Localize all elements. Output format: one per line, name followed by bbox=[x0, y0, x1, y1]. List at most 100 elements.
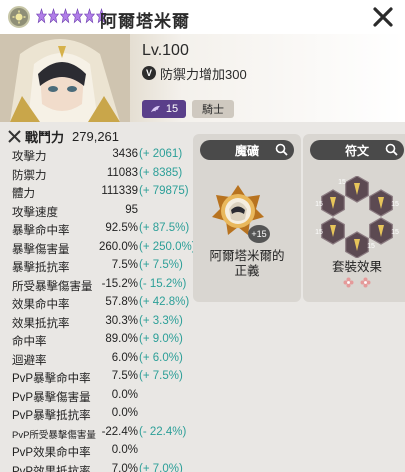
stat-label: 效果命中率 bbox=[12, 299, 70, 311]
set-effect-icons bbox=[303, 277, 405, 288]
pet-name-line1: 阿爾塔米爾的 bbox=[209, 249, 285, 263]
stat-value: 92.5% bbox=[105, 222, 138, 234]
skill-badge: V bbox=[142, 66, 156, 80]
rank-badge: 15 bbox=[142, 100, 186, 118]
rune-grid[interactable]: 15 15 15 15 15 15 bbox=[311, 176, 403, 258]
class-badge: 騎士 bbox=[192, 100, 234, 118]
stat-value: 3436 bbox=[112, 148, 138, 160]
hero-name: 阿爾塔米爾 bbox=[100, 12, 190, 31]
rune-level: 15 bbox=[315, 229, 323, 236]
stat-bonus: (- 15.2%) bbox=[139, 277, 187, 290]
rune-header-label: 符文 bbox=[344, 143, 369, 158]
rune-slot[interactable] bbox=[369, 217, 393, 245]
hero-detail-window: 阿爾塔米爾 Lv.100 V 防禦力增加300 15 騎士 戰鬥力 279,26… bbox=[0, 0, 405, 472]
rune-level: 15 bbox=[315, 201, 323, 208]
rune-slot[interactable] bbox=[345, 176, 369, 203]
stat-label: 體力 bbox=[12, 188, 35, 200]
stat-value: 6.0% bbox=[111, 351, 138, 364]
star-rating bbox=[36, 8, 107, 24]
hero-level: Lv.100 bbox=[142, 42, 189, 59]
rune-header[interactable]: 符文 bbox=[310, 140, 404, 160]
combat-power-label: 戰鬥力 bbox=[25, 129, 65, 145]
combat-power-row: 戰鬥力 279,261 bbox=[8, 126, 188, 146]
combat-power-value: 279,261 bbox=[72, 128, 120, 144]
stat-row: 暴擊命中率 92.5% (+ 87.5%) bbox=[8, 220, 190, 239]
wing-icon bbox=[150, 105, 160, 112]
stat-value: -22.4% bbox=[101, 425, 138, 438]
stat-row: 防禦力 11083 (+ 8385) bbox=[8, 165, 188, 184]
stat-value: 7.5% bbox=[111, 370, 138, 382]
stat-bonus: (+ 250.0%) bbox=[139, 240, 196, 253]
stat-value: 30.3% bbox=[105, 314, 138, 327]
stat-bonus: (+ 8385) bbox=[139, 166, 183, 179]
stat-bonus: (+ 3.3%) bbox=[139, 314, 183, 327]
pet-panel[interactable]: 魔礦 +15 阿爾塔米爾的 正義 bbox=[193, 134, 301, 302]
stat-value: 0.0% bbox=[111, 407, 138, 419]
stat-label: 攻擊速度 bbox=[12, 206, 58, 219]
rune-slot[interactable] bbox=[369, 189, 393, 217]
stat-label: 所受暴擊傷害量 bbox=[12, 280, 93, 293]
stat-row: PvP暴擊命中率 7.5% (+ 7.5%) bbox=[8, 368, 188, 387]
stat-row: 體力 111339 (+ 79875) bbox=[8, 183, 189, 202]
stat-value: 95 bbox=[125, 203, 138, 216]
flower-icon bbox=[343, 277, 354, 288]
stat-row: PvP效果命中率 0.0% bbox=[8, 442, 188, 461]
stat-row: PvP暴擊傷害量 0.0% bbox=[8, 387, 188, 406]
close-icon[interactable] bbox=[371, 5, 395, 29]
rune-level: 15 bbox=[367, 243, 375, 250]
stat-bonus: (+ 87.5%) bbox=[139, 222, 190, 234]
pet-name-line2: 正義 bbox=[234, 264, 260, 278]
stat-label: 暴擊傷害量 bbox=[12, 243, 70, 256]
rune-slot[interactable] bbox=[321, 189, 345, 217]
stat-label: 暴擊抵抗率 bbox=[12, 262, 70, 274]
title-bar: 阿爾塔米爾 bbox=[0, 0, 405, 34]
star-icon bbox=[72, 8, 83, 24]
star-icon bbox=[84, 8, 95, 24]
rune-level: 15 bbox=[338, 179, 346, 186]
stat-bonus: (+ 7.0%) bbox=[139, 462, 183, 472]
stat-label: PvP暴擊傷害量 bbox=[12, 391, 91, 404]
stat-bonus: (+ 9.0%) bbox=[139, 333, 183, 345]
rune-level: 15 bbox=[391, 201, 399, 208]
stat-value: 0.0% bbox=[111, 388, 138, 401]
stat-label: 防禦力 bbox=[12, 169, 47, 182]
stat-list: 攻擊力 3436 (+ 2061) 防禦力 11083 (+ 8385) 體力 111339(… bbox=[8, 146, 196, 472]
stat-row: 攻擊速度 95 bbox=[8, 202, 188, 221]
stat-value: 11083 bbox=[106, 166, 138, 179]
stat-row: PvP所受暴擊傷害量 -22.4% (- 22.4%) bbox=[8, 424, 188, 443]
crossed-swords-icon bbox=[8, 129, 21, 143]
skill-description: 防禦力增加300 bbox=[160, 67, 247, 82]
stat-row: 命中率 89.0% (+ 9.0%) bbox=[8, 331, 188, 350]
stat-label: PvP暴擊命中率 bbox=[12, 373, 91, 385]
flower-icon bbox=[360, 277, 371, 288]
stat-row: 攻擊力 3436 (+ 2061) bbox=[8, 146, 188, 165]
stat-value: -15.2% bbox=[101, 277, 138, 290]
pet-header[interactable]: 魔礦 bbox=[200, 140, 294, 160]
rune-slot[interactable] bbox=[321, 217, 345, 245]
stat-bonus: (+ 42.8%) bbox=[139, 296, 190, 308]
stat-bonus: (+ 7.5%) bbox=[139, 259, 183, 271]
stat-row: 所受暴擊傷害量 -15.2% (- 15.2%) bbox=[8, 276, 188, 295]
stat-label: PvP效果抵抗率 bbox=[12, 465, 91, 472]
stat-value: 57.8% bbox=[105, 296, 138, 308]
search-icon[interactable] bbox=[275, 143, 288, 156]
stat-label: 效果抵抗率 bbox=[12, 317, 70, 330]
rank-value: 15 bbox=[165, 103, 179, 115]
stat-label: 命中率 bbox=[12, 336, 47, 348]
stat-label: PvP所受暴擊傷害量 bbox=[12, 429, 96, 441]
stat-row: 暴擊傷害量 260.0% (+ 250.0%) bbox=[8, 239, 196, 258]
set-effect-label: 套裝效果 bbox=[331, 260, 382, 274]
rune-level: 15 bbox=[391, 229, 399, 236]
stat-row: 效果抵抗率 30.3% (+ 3.3%) bbox=[8, 313, 188, 332]
stat-bonus: (+ 6.0%) bbox=[139, 351, 183, 364]
pet-level-badge: +15 bbox=[248, 225, 270, 243]
star-icon bbox=[48, 8, 59, 24]
stat-label: PvP暴擊抵抗率 bbox=[12, 410, 91, 422]
stat-value: 0.0% bbox=[111, 444, 138, 456]
stat-label: PvP效果命中率 bbox=[12, 447, 91, 459]
rune-panel[interactable]: 符文 15 15 15 15 15 15 套裝效果 bbox=[303, 134, 405, 302]
rune-slot[interactable] bbox=[345, 231, 369, 258]
search-icon[interactable] bbox=[385, 143, 398, 156]
stats-panel: 戰鬥力 279,261 攻擊力 3436 (+ 2061) 防禦力 11083 (+ 83… bbox=[8, 126, 196, 472]
stat-value: 7.0% bbox=[111, 462, 138, 472]
